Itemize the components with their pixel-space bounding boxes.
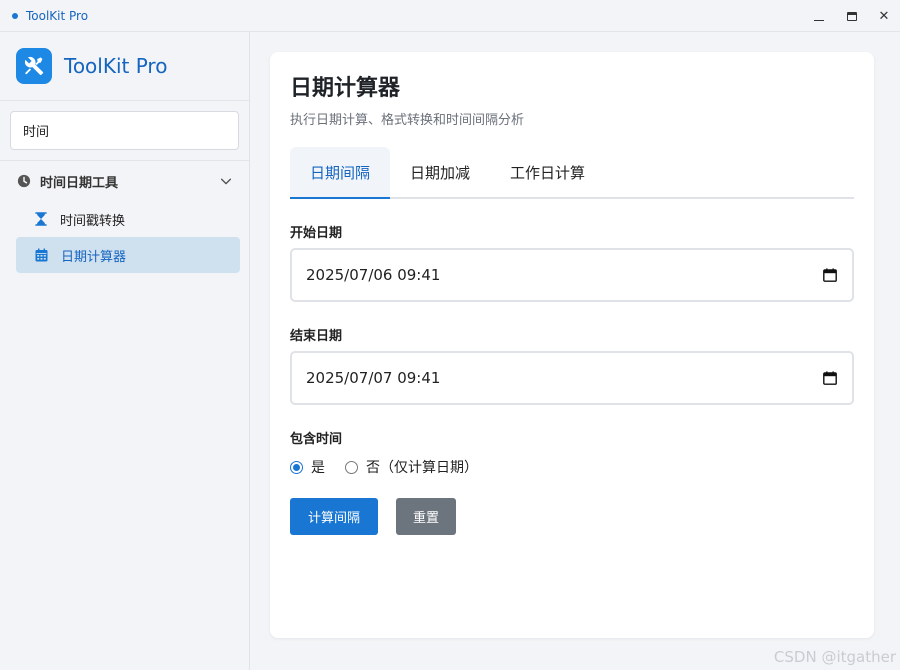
start-date-value: 2025/07/06 09:41 bbox=[306, 266, 441, 284]
radio-label: 是 bbox=[311, 460, 325, 476]
tab-bar: 日期间隔 日期加减 工作日计算 bbox=[290, 147, 854, 199]
sidebar: ToolKit Pro 时间日期工具 时间戳转换 bbox=[0, 32, 250, 670]
include-time-yes-radio[interactable] bbox=[290, 460, 303, 474]
end-date-input[interactable]: 2025/07/07 09:41 bbox=[290, 351, 854, 405]
hourglass-icon bbox=[35, 212, 47, 226]
start-date-label: 开始日期 bbox=[290, 226, 343, 241]
brand: ToolKit Pro bbox=[0, 32, 249, 101]
minimize-icon bbox=[814, 19, 824, 21]
tab-workday-calculation[interactable]: 工作日计算 bbox=[490, 147, 605, 197]
date-calculator-card: 日期计算器 执行日期计算、格式转换和时间间隔分析 日期间隔 日期加减 工作日计算… bbox=[270, 52, 874, 638]
clock-icon bbox=[17, 174, 31, 188]
radio-label: 否（仅计算日期） bbox=[366, 460, 478, 476]
sidebar-item-label: 时间戳转换 bbox=[60, 213, 126, 229]
close-button[interactable]: ✕ bbox=[868, 0, 900, 32]
app-dot-icon bbox=[12, 12, 18, 19]
chevron-down-icon bbox=[219, 174, 233, 188]
watermark: CSDN @itgather bbox=[773, 648, 896, 666]
sidebar-item-date-calculator[interactable]: 日期计算器 bbox=[16, 237, 240, 273]
search-container bbox=[0, 101, 249, 161]
window-title: ToolKit Pro bbox=[26, 8, 89, 23]
sidebar-item-timestamp-converter[interactable]: 时间戳转换 bbox=[16, 201, 240, 237]
tab-date-interval[interactable]: 日期间隔 bbox=[290, 147, 391, 199]
include-time-label: 包含时间 bbox=[290, 432, 343, 447]
calendar-picker-icon[interactable] bbox=[822, 370, 838, 386]
calendar-picker-icon[interactable] bbox=[822, 267, 838, 283]
calculate-interval-button[interactable]: 计算间隔 bbox=[290, 498, 378, 535]
start-date-input[interactable]: 2025/07/06 09:41 bbox=[290, 248, 854, 302]
maximize-icon bbox=[847, 11, 857, 21]
include-time-radio-group: 是 否（仅计算日期） bbox=[290, 456, 498, 478]
tab-date-add-subtract[interactable]: 日期加减 bbox=[390, 147, 490, 197]
tools-icon bbox=[16, 48, 52, 84]
window-controls: ✕ bbox=[803, 0, 900, 32]
minimize-button[interactable] bbox=[803, 0, 835, 32]
nav-group-datetime-tools[interactable]: 时间日期工具 bbox=[0, 161, 249, 201]
page-title: 日期计算器 bbox=[290, 76, 401, 101]
reset-button[interactable]: 重置 bbox=[396, 498, 456, 535]
sidebar-item-label: 日期计算器 bbox=[61, 249, 127, 265]
close-icon: ✕ bbox=[878, 8, 890, 24]
main-content: 日期计算器 执行日期计算、格式转换和时间间隔分析 日期间隔 日期加减 工作日计算… bbox=[250, 32, 900, 670]
page-subtitle: 执行日期计算、格式转换和时间间隔分析 bbox=[290, 113, 525, 128]
search-input[interactable] bbox=[10, 111, 239, 150]
title-bar: ToolKit Pro ✕ bbox=[0, 0, 900, 32]
end-date-value: 2025/07/07 09:41 bbox=[306, 369, 441, 387]
brand-name: ToolKit Pro bbox=[64, 54, 168, 78]
maximize-button[interactable] bbox=[836, 0, 868, 32]
include-time-no-radio[interactable] bbox=[345, 460, 358, 474]
calendar-icon bbox=[35, 248, 48, 262]
end-date-label: 结束日期 bbox=[290, 329, 343, 344]
nav-group-label: 时间日期工具 bbox=[40, 175, 119, 191]
